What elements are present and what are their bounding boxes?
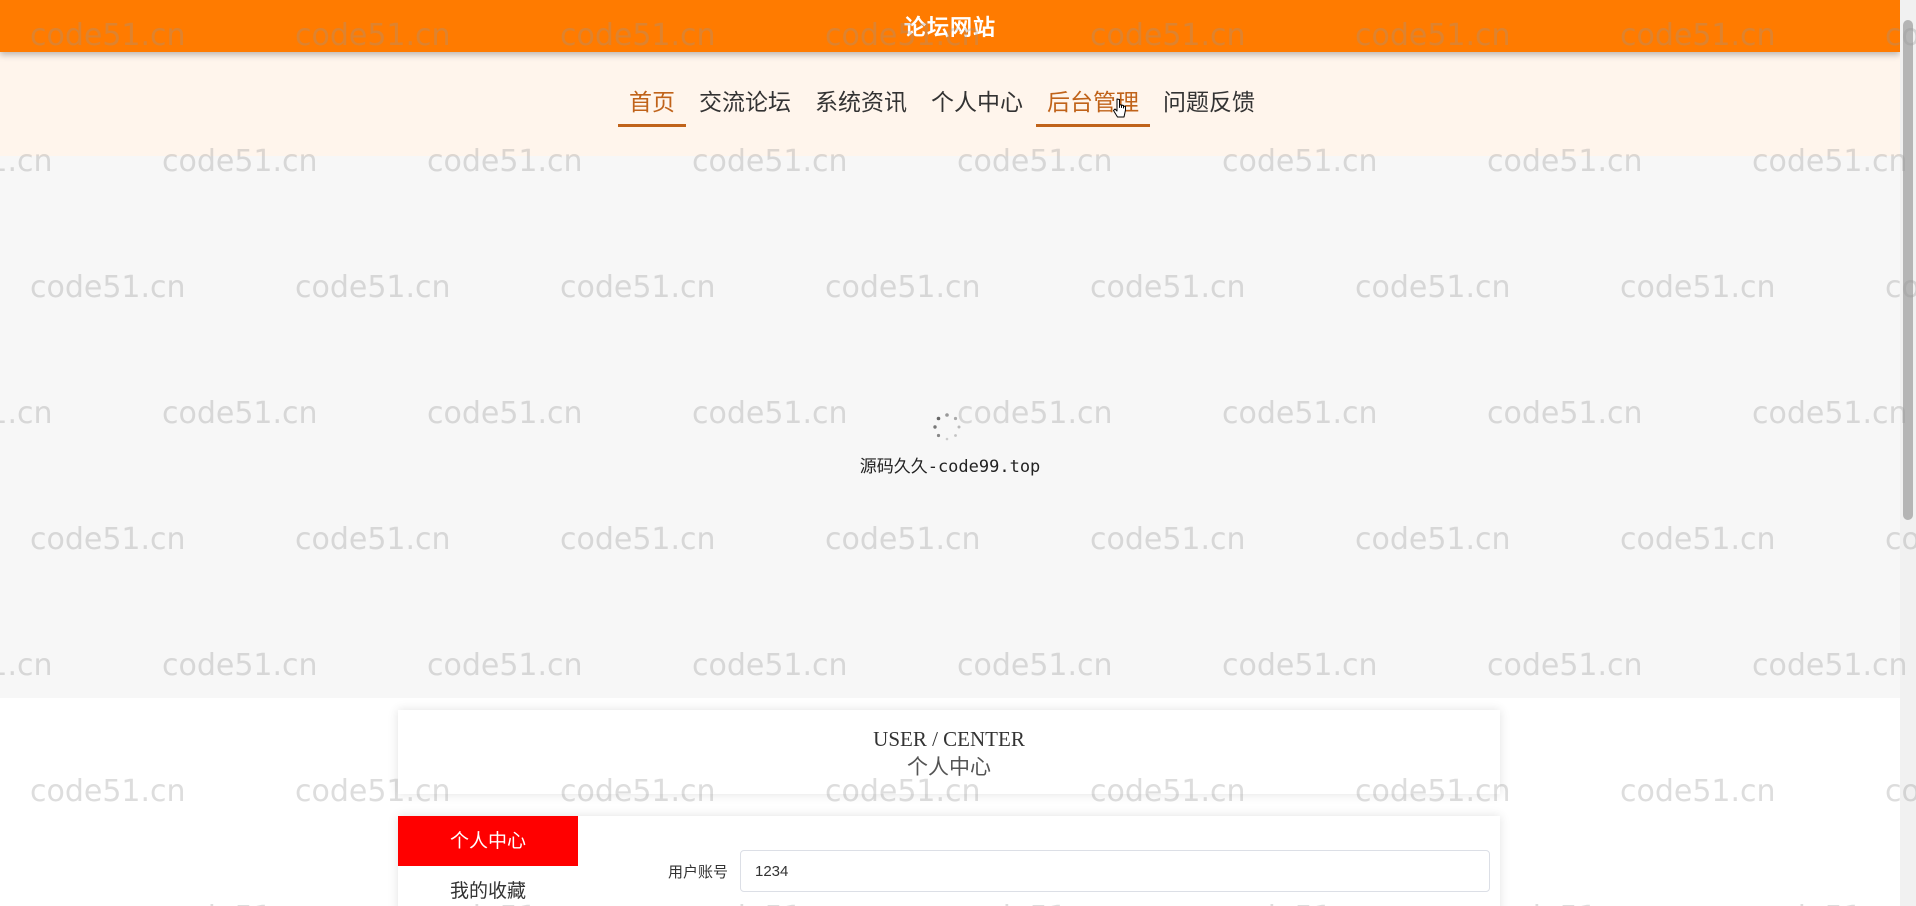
scrollbar-thumb[interactable] [1903, 20, 1913, 520]
page-root: 论坛网站 首页 交流论坛 系统资讯 个人中心 后台管理 问题反馈 源码久久-co… [0, 0, 1916, 906]
side-menu-item-favorites[interactable]: 我的收藏 [398, 866, 578, 906]
side-menu: 个人中心 我的收藏 [398, 816, 578, 906]
loading-text: 源码久久-code99.top [859, 457, 1041, 477]
watermark-text: code51.cn [30, 774, 186, 809]
loading-area: 源码久久-code99.top [0, 156, 1900, 698]
site-title: 论坛网站 [903, 16, 996, 41]
scrollbar[interactable] [1900, 0, 1916, 906]
user-center-panel: 个人中心 我的收藏 用户账号 [398, 816, 1500, 906]
watermark-text: code51.cn [1752, 900, 1908, 906]
nav-item-feedback[interactable]: 问题反馈 [1152, 88, 1266, 127]
nav-item-news[interactable]: 系统资讯 [804, 88, 918, 127]
main-nav: 首页 交流论坛 系统资讯 个人中心 后台管理 问题反馈 [0, 52, 1900, 156]
top-header-bar: 论坛网站 [0, 0, 1900, 52]
nav-item-user-center[interactable]: 个人中心 [920, 88, 1034, 127]
user-center-title-zh: 个人中心 [907, 755, 991, 779]
account-input[interactable] [740, 850, 1490, 892]
nav-item-admin[interactable]: 后台管理 [1036, 88, 1150, 127]
user-center-header: USER / CENTER 个人中心 [398, 710, 1500, 794]
mouse-cursor-icon [1113, 98, 1126, 118]
account-form-row: 用户账号 [654, 850, 1490, 892]
loading-spinner-icon [933, 413, 961, 441]
nav-list: 首页 交流论坛 系统资讯 个人中心 后台管理 问题反馈 [617, 88, 1267, 127]
watermark-text: code51.cn [1487, 900, 1643, 906]
watermark-text: code51.cn [0, 900, 53, 906]
watermark-text: code51.cn [1620, 774, 1776, 809]
account-label: 用户账号 [667, 862, 728, 881]
side-menu-item-user-center[interactable]: 个人中心 [398, 816, 578, 866]
watermark-text: code51.cn [162, 900, 318, 906]
nav-item-home[interactable]: 首页 [618, 88, 686, 127]
user-center-title-en: USER / CENTER [873, 727, 1025, 751]
nav-item-forum[interactable]: 交流论坛 [688, 88, 802, 127]
